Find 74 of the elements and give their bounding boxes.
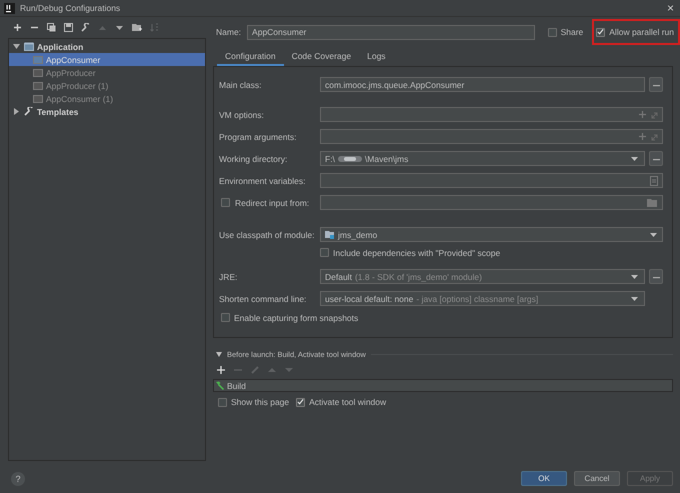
close-button[interactable]: ×: [666, 1, 674, 15]
wrench-icon: [24, 107, 34, 116]
browse-button[interactable]: [649, 77, 663, 92]
blurred-mark-icon: [338, 154, 362, 162]
field-label: JRE:: [219, 272, 238, 282]
checkbox[interactable]: [548, 28, 557, 36]
module-folder-icon: [325, 230, 335, 239]
input-field[interactable]: [320, 195, 663, 210]
expand-arrow-icon[interactable]: [13, 43, 20, 50]
browse-button[interactable]: [649, 269, 663, 284]
field-label: Shorten command line:: [219, 294, 306, 304]
field-label: Environment variables:: [219, 176, 306, 186]
field-label: VM options:: [219, 110, 264, 120]
checkbox[interactable]: [221, 198, 230, 207]
input-field[interactable]: [320, 107, 663, 122]
tree-item[interactable]: AppConsumer (1): [9, 92, 205, 105]
input-field[interactable]: com.imooc.jms.queue.AppConsumer: [320, 77, 645, 92]
expand-icon[interactable]: [638, 132, 658, 141]
tab[interactable]: Logs: [359, 47, 394, 66]
checkbox[interactable]: [221, 313, 230, 322]
tree-node[interactable]: Application: [9, 40, 205, 53]
checkbox-label: Enable capturing form snapshots: [234, 312, 358, 322]
copy-icon[interactable]: [47, 23, 56, 32]
checkbox[interactable]: [296, 398, 306, 406]
caret-icon[interactable]: [631, 296, 638, 300]
save-icon[interactable]: [64, 23, 73, 32]
app-logo-icon: [4, 2, 15, 14]
tab[interactable]: Code Coverage: [284, 47, 360, 66]
checkbox[interactable]: [596, 28, 606, 36]
window-title: Run/Debug Configurations: [20, 3, 120, 13]
field-label: Program arguments:: [219, 132, 296, 142]
checkbox-label: Activate tool window: [309, 397, 386, 407]
application-icon: [24, 42, 34, 51]
tree-item[interactable]: AppProducer: [9, 66, 205, 79]
help-button[interactable]: ?: [11, 472, 25, 486]
down-arrow-icon[interactable]: [115, 23, 124, 32]
checkbox-label: Include dependencies with "Provided" scope: [333, 248, 500, 258]
hammer-icon: [215, 381, 225, 390]
name-field[interactable]: AppConsumer: [247, 24, 536, 40]
field-label: Use classpath of module:: [219, 230, 314, 240]
folder-icon[interactable]: [132, 23, 142, 32]
tree-item[interactable]: AppConsumer: [9, 53, 205, 66]
browse-button[interactable]: [649, 151, 663, 166]
tab[interactable]: Configuration: [217, 47, 284, 66]
input-field[interactable]: [320, 129, 663, 144]
document-icon[interactable]: [650, 176, 658, 186]
tree-item[interactable]: AppProducer (1): [9, 79, 205, 92]
name-label: Name:: [216, 27, 242, 37]
checkbox-label: Show this page: [231, 397, 290, 407]
field-label: Main class:: [219, 80, 262, 90]
caret-icon[interactable]: [631, 156, 638, 160]
checkbox-label: Share: [560, 27, 584, 37]
wrench-icon[interactable]: [81, 23, 90, 32]
tree-node[interactable]: Templates: [9, 105, 205, 118]
task-item[interactable]: Build: [214, 380, 672, 391]
add-icon[interactable]: [217, 366, 225, 374]
caret-icon[interactable]: [650, 232, 657, 236]
expand-arrow-icon[interactable]: [13, 108, 20, 115]
dropdown[interactable]: user-local default: none - java [options] classname [args]: [320, 291, 645, 306]
checkbox[interactable]: [218, 398, 227, 406]
dropdown[interactable]: Default (1.8 - SDK of 'jms_demo' module): [320, 269, 645, 284]
checkbox[interactable]: [320, 248, 329, 257]
add-icon[interactable]: [13, 23, 22, 32]
checkbox-label: Allow parallel run: [609, 27, 674, 37]
input-field[interactable]: [320, 173, 663, 188]
expand-icon[interactable]: [638, 110, 658, 119]
dropdown[interactable]: jms_demo: [320, 227, 663, 242]
field-label: Redirect input from:: [235, 198, 310, 208]
dropdown[interactable]: F:\ \Maven\jms: [320, 151, 645, 166]
ok-button[interactable]: OK: [521, 471, 567, 486]
caret-icon[interactable]: [631, 274, 638, 278]
dialog-button[interactable]: Cancel: [574, 471, 620, 486]
field-label: Working directory:: [219, 154, 288, 164]
collapse-icon[interactable]: [216, 352, 222, 357]
